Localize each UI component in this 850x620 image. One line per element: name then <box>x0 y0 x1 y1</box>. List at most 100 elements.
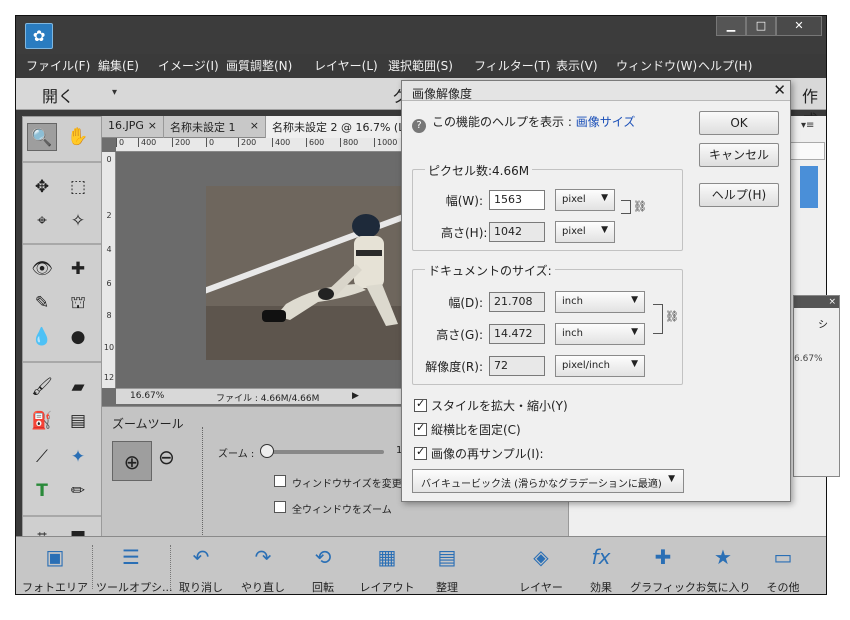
menu-file[interactable]: ファイル(F) <box>26 57 90 74</box>
tab-16jpg[interactable]: 16.JPG × <box>102 116 164 138</box>
panel-menu-icon[interactable]: ▾≡ <box>801 120 814 131</box>
pixel-width-unit-select[interactable]: pixel ▼ <box>555 189 615 211</box>
chain-link-icon: ⛓ <box>665 310 679 323</box>
doc-width-input[interactable]: 21.708 <box>489 292 545 312</box>
doc-height-input[interactable]: 14.472 <box>489 324 545 344</box>
baseball-photo[interactable] <box>206 186 406 360</box>
move-tool-icon[interactable]: ✥ <box>27 173 57 201</box>
chevron-down-icon: ▼ <box>631 295 638 305</box>
resolution-unit-select[interactable]: pixel/inch ▼ <box>555 355 645 377</box>
dock-photo-bin[interactable]: ▣ フォトエリア <box>20 543 90 594</box>
scale-styles-checkbox[interactable]: スタイルを拡大・縮小(Y) <box>414 397 568 414</box>
zoom-in-icon[interactable]: ⊕ <box>112 441 152 481</box>
doc-link-bracket <box>653 304 663 334</box>
resize-window-label: ウィンドウサイズを変更 <box>292 479 402 490</box>
dock-tool-options[interactable]: ☰ ツールオプシ... <box>96 543 173 594</box>
resample-method-select[interactable]: バイキュービック法 (滑らかなグラデーションに最適) ▼ <box>412 469 684 493</box>
resize-window-checkbox[interactable] <box>274 475 286 487</box>
constrain-proportions-checkbox[interactable]: 縦横比を固定(C) <box>414 421 521 438</box>
checkbox-box[interactable] <box>414 445 427 460</box>
zoom-all-checkbox[interactable] <box>274 501 286 513</box>
checkbox-box[interactable] <box>414 397 427 412</box>
clone-stamp-icon[interactable]: ⛫ <box>63 289 93 317</box>
pixel-height-input[interactable]: 1042 <box>489 222 545 242</box>
dock-label: 効果 <box>590 581 612 594</box>
help-link[interactable]: 画像サイズ <box>576 115 636 129</box>
doc-height-unit-select[interactable]: inch ▼ <box>555 323 645 345</box>
pencil-tool-icon[interactable]: ✏ <box>63 477 93 505</box>
hand-tool-icon[interactable]: ✋ <box>63 123 93 151</box>
ok-button[interactable]: OK <box>699 111 779 135</box>
dock-effects[interactable]: fx 効果 <box>566 543 636 594</box>
help-button[interactable]: ヘルプ(H) <box>699 183 779 207</box>
sponge-tool-icon[interactable]: ● <box>63 323 93 351</box>
bottom-dock: ▣ フォトエリア ☰ ツールオプシ... ↶ 取り消し ↷ やり直し ⟲ 回転 … <box>16 536 826 594</box>
zoom-out-icon[interactable]: ⊖ <box>158 445 175 469</box>
red-eye-tool-icon[interactable]: 👁 <box>27 255 57 283</box>
minimize-button[interactable]: ▁ <box>716 16 746 36</box>
menu-adjust[interactable]: 画質調整(N) <box>226 57 292 74</box>
dock-more[interactable]: ▭ その他 <box>748 543 818 594</box>
panel-scroll-thumb[interactable] <box>800 166 818 208</box>
paint-bucket-icon[interactable]: ⛽ <box>27 407 57 435</box>
menu-view[interactable]: 表示(V) <box>556 57 598 74</box>
menu-window[interactable]: ウィンドウ(W) <box>616 57 697 74</box>
zoom-tool-icon[interactable]: 🔍 <box>27 123 57 151</box>
close-button[interactable]: ✕ <box>776 16 822 36</box>
floating-panel-close-icon[interactable]: × <box>794 296 839 308</box>
title-bar: ✿ ▁ □ ✕ <box>16 16 826 54</box>
status-menu-arrow-icon[interactable]: ▶ <box>352 391 359 401</box>
dock-undo[interactable]: ↶ 取り消し <box>166 543 236 594</box>
doc-height-label: 高さ(G): <box>436 328 483 342</box>
brush-tool-icon[interactable]: 🖌 <box>27 373 57 401</box>
checkbox-box[interactable] <box>414 421 427 436</box>
lasso-tool-icon[interactable]: ⌖ <box>27 207 57 235</box>
ruler-tick: 10 <box>103 343 115 352</box>
healing-brush-icon[interactable]: ✚ <box>63 255 93 283</box>
tab-close-icon[interactable]: × <box>148 119 157 132</box>
marquee-tool-icon[interactable]: ⬚ <box>63 173 93 201</box>
type-tool-icon[interactable]: T <box>27 477 57 505</box>
menu-edit[interactable]: 編集(E) <box>98 57 139 74</box>
document-size-group: ドキュメントのサイズ: 幅(D): 21.708 inch ▼ 高さ(G): 14… <box>412 262 683 385</box>
zoom-slider-handle[interactable] <box>260 444 274 458</box>
more-icon: ▭ <box>773 545 793 569</box>
menu-image[interactable]: イメージ(I) <box>158 57 219 74</box>
resolution-input[interactable]: 72 <box>489 356 545 376</box>
eraser-tool-icon[interactable]: ▰ <box>63 373 93 401</box>
dialog-close-icon[interactable]: ✕ <box>773 81 786 99</box>
tab-label: 名称未設定 2 @ 16.7% (L <box>272 121 405 134</box>
menu-filter[interactable]: フィルター(T) <box>474 57 550 74</box>
pixel-group-title: ピクセル数:4.66M <box>425 162 533 179</box>
magic-wand-icon[interactable]: ✧ <box>63 207 93 235</box>
tab-untitled-1[interactable]: 名称未設定 1 × <box>164 116 266 138</box>
menu-help[interactable]: ヘルプ(H) <box>698 57 752 74</box>
status-zoom: 16.67% <box>130 391 165 401</box>
smart-brush-icon[interactable]: ✎ <box>27 289 57 317</box>
resample-image-checkbox[interactable]: 画像の再サンプル(I): <box>414 445 544 462</box>
eyedropper-icon[interactable]: ⟋ <box>27 443 57 471</box>
blur-tool-icon[interactable]: 💧 <box>27 323 57 351</box>
maximize-button[interactable]: □ <box>746 16 776 36</box>
pixel-width-input[interactable]: 1563 <box>489 190 545 210</box>
cancel-button[interactable]: キャンセル <box>699 143 779 167</box>
dock-rotate[interactable]: ⟲ 回転 <box>288 543 358 594</box>
doc-width-unit-select[interactable]: inch ▼ <box>555 291 645 313</box>
chevron-down-icon: ▼ <box>601 225 608 235</box>
open-dropdown-icon[interactable]: ▾ <box>112 87 117 98</box>
help-row: ? この機能のヘルプを表示 : 画像サイズ <box>412 113 635 133</box>
plus-icon: ✚ <box>654 545 672 569</box>
gradient-tool-icon[interactable]: ▤ <box>63 407 93 435</box>
open-button[interactable]: 開く <box>42 83 74 107</box>
dock-organize[interactable]: ▤ 整理 <box>412 543 482 594</box>
zoom-slider-track[interactable] <box>264 450 384 454</box>
pixel-height-unit-select[interactable]: pixel ▼ <box>555 221 615 243</box>
custom-shape-icon[interactable]: ✦ <box>63 443 93 471</box>
toolbox-divider <box>23 161 101 163</box>
tab-close-icon[interactable]: × <box>250 119 259 132</box>
menu-bar: ファイル(F) 編集(E) イメージ(I) 画質調整(N) レイヤー(L) 選択… <box>16 54 826 76</box>
menu-layer[interactable]: レイヤー(L) <box>314 57 378 74</box>
toolbox-divider <box>23 515 101 517</box>
chevron-down-icon: ▼ <box>631 359 638 369</box>
menu-select[interactable]: 選択範囲(S) <box>388 57 453 74</box>
